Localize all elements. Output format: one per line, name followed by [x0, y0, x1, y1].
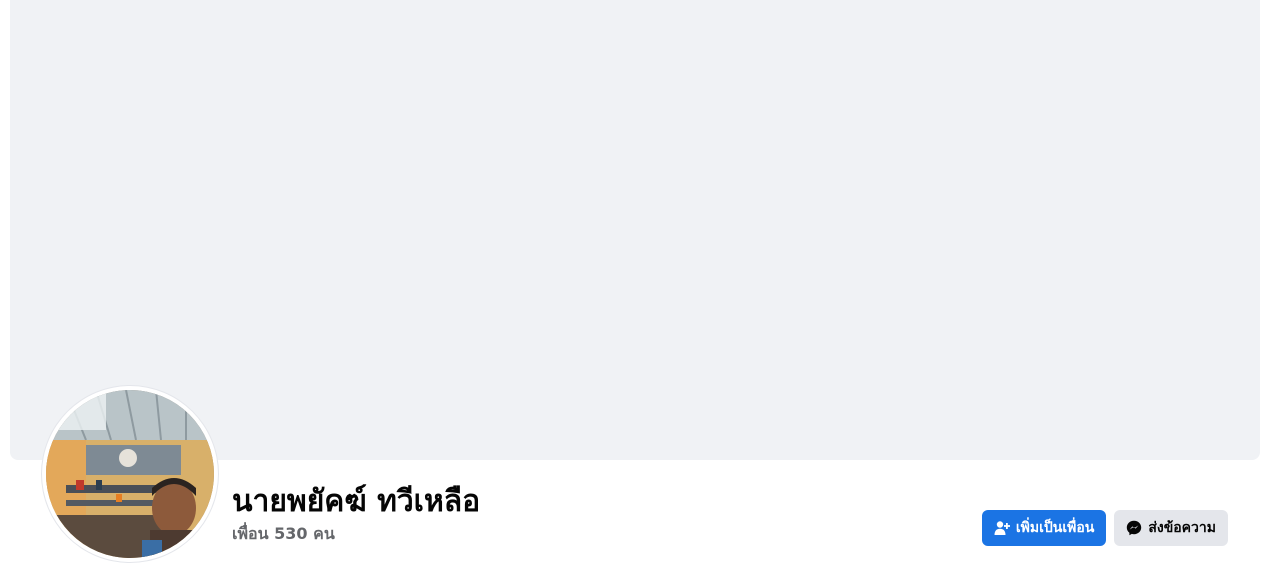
profile-actions: เพิ่มเป็นเพื่อน ส่งข้อความ — [981, 510, 1228, 546]
profile-picture[interactable] — [46, 390, 214, 558]
profile-page: นายพยัคฆ์ ทวีเหลือ เพื่อน 530 คน เพิ่มเป… — [0, 0, 1278, 574]
message-label: ส่งข้อความ — [1148, 520, 1216, 536]
friends-count-link[interactable]: เพื่อน 530 คน — [232, 524, 480, 544]
friends-unit: คน — [313, 524, 335, 543]
add-person-icon — [994, 520, 1010, 536]
profile-name: นายพยัคฆ์ ทวีเหลือ — [232, 484, 481, 519]
profile-photo-image — [46, 390, 214, 558]
add-friend-label: เพิ่มเป็นเพื่อน — [1015, 520, 1095, 536]
profile-picture-frame[interactable] — [42, 386, 218, 562]
messenger-icon — [1126, 520, 1142, 536]
add-friend-button[interactable]: เพิ่มเป็นเพื่อน — [981, 510, 1107, 546]
profile-name-block: นายพยัคฆ์ ทวีเหลือ เพื่อน 530 คน — [232, 484, 480, 544]
friends-count: 530 — [274, 524, 308, 543]
message-button[interactable]: ส่งข้อความ — [1114, 510, 1228, 546]
cover-photo[interactable] — [10, 0, 1260, 460]
friends-label: เพื่อน — [232, 524, 269, 543]
